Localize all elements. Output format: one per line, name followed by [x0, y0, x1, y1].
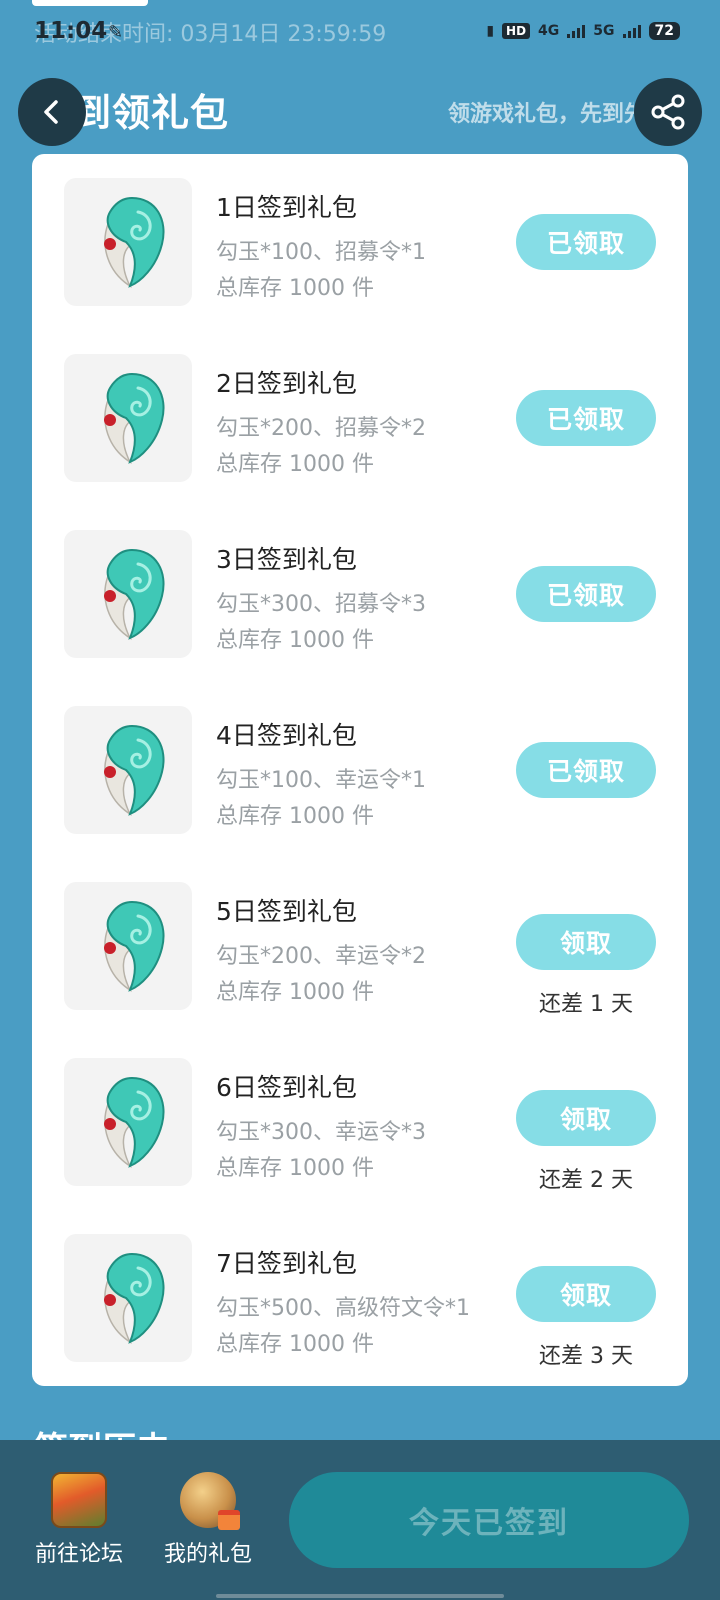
magatama-jade-icon: [104, 1252, 165, 1345]
claimed-button[interactable]: 已领取: [516, 566, 656, 622]
status-bar: 活动结束时间: 03月14日 23:59:59 11:04 ✎ ▮ HD 4G …: [0, 0, 720, 64]
gift-row-day-5: 5日签到礼包 勾玉*200、幸运令*2 总库存 1000 件 领取 还差 1 天: [32, 858, 688, 1017]
gift-thumbnail: [64, 178, 192, 306]
gift-stock: 总库存 1000 件: [216, 1156, 374, 1181]
gift-row-day-4: 4日签到礼包 勾玉*100、幸运令*1 总库存 1000 件 已领取: [32, 682, 688, 834]
system-icons: ▮ HD 4G 5G 72: [486, 22, 680, 40]
claim-button[interactable]: 领取: [516, 1090, 656, 1146]
gift-content: 勾玉*200、招募令*2: [216, 416, 426, 441]
gift-row-day-7: 7日签到礼包 勾玉*500、高级符文令*1 总库存 1000 件 领取 还差 3…: [32, 1210, 688, 1369]
gift-name: 4日签到礼包: [216, 721, 357, 750]
signal-4g-icon: [567, 24, 586, 38]
days-remaining: 还差 2 天: [539, 1168, 633, 1193]
gift-name: 5日签到礼包: [216, 897, 357, 926]
gift-content: 勾玉*100、招募令*1: [216, 240, 426, 265]
magatama-jade-icon: [104, 548, 165, 641]
gift-name: 7日签到礼包: [216, 1249, 357, 1278]
gift-row-day-1: 1日签到礼包 勾玉*100、招募令*1 总库存 1000 件 已领取: [32, 154, 688, 306]
bottom-bar: 前往论坛 我的礼包 今天已签到: [0, 1440, 720, 1600]
claimed-button[interactable]: 已领取: [516, 390, 656, 446]
forum-game-icon: [51, 1472, 107, 1528]
gift-box-icon: [218, 1510, 240, 1530]
days-remaining: 还差 1 天: [539, 992, 633, 1017]
status-pill: [32, 0, 148, 6]
share-icon: [651, 94, 685, 130]
gift-name: 6日签到礼包: [216, 1073, 357, 1102]
claimed-button[interactable]: 已领取: [516, 214, 656, 270]
header-marquee: 领游戏礼包，先到先得: [448, 102, 634, 127]
gift-thumbnail: [64, 706, 192, 834]
hd-badge: HD: [502, 23, 531, 39]
claim-button[interactable]: 领取: [516, 1266, 656, 1322]
gift-content: 勾玉*100、幸运令*1: [216, 768, 426, 793]
gift-thumbnail: [64, 354, 192, 482]
gift-name: 1日签到礼包: [216, 193, 357, 222]
my-gifts-button[interactable]: 我的礼包: [153, 1472, 263, 1568]
gift-row-day-3: 3日签到礼包 勾玉*300、招募令*3 总库存 1000 件 已领取: [32, 506, 688, 658]
go-to-forum-button[interactable]: 前往论坛: [24, 1472, 134, 1568]
my-gifts-label: 我的礼包: [163, 1542, 252, 1567]
checkin-history-heading: 签到历史: [34, 1422, 170, 1442]
signal-5g-icon: [622, 24, 641, 38]
gift-content: 勾玉*500、高级符文令*1: [216, 1296, 470, 1321]
gift-thumbnail: [64, 882, 192, 1010]
checked-in-today-button[interactable]: 今天已签到: [289, 1472, 689, 1568]
claimed-button[interactable]: 已领取: [516, 742, 656, 798]
gift-name: 2日签到礼包: [216, 369, 357, 398]
notification-icon: ✎: [108, 22, 124, 43]
gift-row-day-6: 6日签到礼包 勾玉*300、幸运令*3 总库存 1000 件 领取 还差 2 天: [32, 1034, 688, 1193]
magatama-jade-icon: [104, 196, 165, 289]
claim-button[interactable]: 领取: [516, 914, 656, 970]
magatama-jade-icon: [104, 1076, 165, 1169]
home-indicator: [216, 1594, 504, 1598]
forum-label: 前往论坛: [34, 1542, 123, 1567]
clock: 11:04: [34, 18, 108, 44]
magatama-jade-icon: [104, 372, 165, 465]
gift-stock: 总库存 1000 件: [216, 980, 374, 1005]
gift-row-day-2: 2日签到礼包 勾玉*200、招募令*2 总库存 1000 件 已领取: [32, 330, 688, 482]
avatar-gift-icon: [180, 1472, 240, 1530]
net-4g-label: 4G: [538, 23, 560, 39]
net-5g-label: 5G: [593, 23, 615, 39]
share-button[interactable]: [634, 78, 702, 146]
gift-stock: 总库存 1000 件: [216, 804, 374, 829]
gift-name: 3日签到礼包: [216, 545, 357, 574]
back-button[interactable]: [18, 78, 86, 146]
magatama-jade-icon: [104, 900, 165, 993]
battery-indicator: 72: [648, 22, 680, 40]
gift-thumbnail: [64, 530, 192, 658]
gift-thumbnail: [64, 1234, 192, 1362]
gift-list-card: 1日签到礼包 勾玉*100、招募令*1 总库存 1000 件 已领取 2日签到礼…: [32, 154, 688, 1386]
gift-content: 勾玉*300、幸运令*3: [216, 1120, 426, 1145]
gift-stock: 总库存 1000 件: [216, 1332, 374, 1357]
chevron-left-icon: [44, 100, 58, 124]
days-remaining: 还差 3 天: [539, 1344, 633, 1369]
magatama-jade-icon: [104, 724, 165, 817]
gift-content: 勾玉*200、幸运令*2: [216, 944, 426, 969]
vibrate-icon: ▮: [486, 23, 495, 39]
gift-stock: 总库存 1000 件: [216, 276, 374, 301]
gift-stock: 总库存 1000 件: [216, 628, 374, 653]
gift-thumbnail: [64, 1058, 192, 1186]
gift-stock: 总库存 1000 件: [216, 452, 374, 477]
gift-content: 勾玉*300、招募令*3: [216, 592, 426, 617]
